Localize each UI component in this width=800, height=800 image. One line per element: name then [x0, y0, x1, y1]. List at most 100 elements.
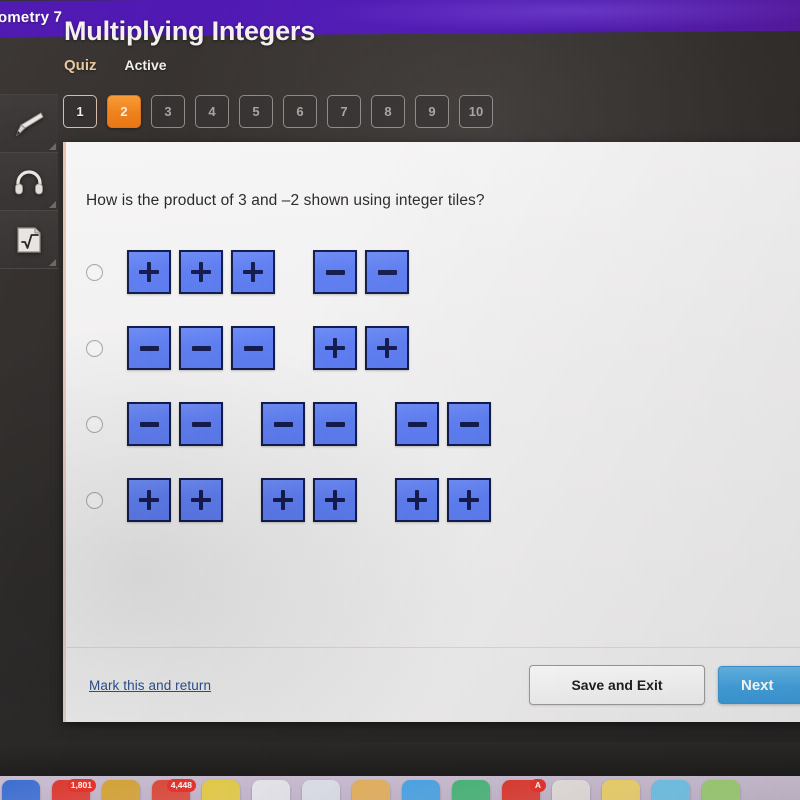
- footer-actions: Save and Exit Next: [529, 665, 800, 705]
- quiz-status-label: Active: [124, 57, 167, 73]
- question-nav-button-1[interactable]: 1: [63, 95, 97, 128]
- tile-group: [127, 250, 275, 294]
- tile-group: [127, 326, 275, 370]
- tile-row: [127, 402, 491, 446]
- sqrt-calculator-icon: [17, 226, 41, 253]
- dock-icon[interactable]: [352, 780, 390, 800]
- negative-tile: [313, 402, 357, 446]
- dock-icon[interactable]: 1,801: [52, 779, 96, 800]
- dock-icon[interactable]: [552, 780, 590, 800]
- negative-tile: [127, 402, 171, 446]
- calculator-tool[interactable]: [0, 211, 58, 269]
- positive-tile: [313, 478, 357, 522]
- positive-tile: [313, 326, 357, 370]
- radio-choice-d[interactable]: [86, 491, 103, 509]
- tile-group: [127, 478, 223, 522]
- radio-choice-b[interactable]: [86, 339, 103, 357]
- headphones-icon: [15, 169, 43, 194]
- negative-tile: [313, 250, 357, 294]
- negative-tile: [127, 326, 171, 370]
- highlighter-icon: [16, 111, 44, 136]
- answer-choice[interactable]: [86, 234, 736, 310]
- radio-choice-a[interactable]: [86, 263, 103, 281]
- audio-tool[interactable]: [0, 153, 58, 211]
- dock-icon[interactable]: [102, 780, 140, 800]
- dock-icon[interactable]: [652, 780, 690, 800]
- dock-icon[interactable]: 4,448: [152, 779, 196, 800]
- dock-icon[interactable]: [402, 780, 440, 800]
- dock-icon[interactable]: [302, 780, 340, 800]
- positive-tile: [365, 326, 409, 370]
- tool-corner-marker: [49, 201, 56, 208]
- question-nav-button-6[interactable]: 6: [283, 95, 317, 128]
- question-nav-button-7[interactable]: 7: [327, 95, 361, 128]
- negative-tile: [447, 402, 491, 446]
- screen-bezel: [0, 742, 800, 778]
- answer-choice[interactable]: [86, 386, 736, 462]
- dock-icon[interactable]: A: [502, 779, 546, 800]
- negative-tile: [395, 402, 439, 446]
- positive-tile: [127, 250, 171, 294]
- next-button[interactable]: Next: [718, 666, 800, 704]
- radio-choice-c[interactable]: [86, 415, 103, 433]
- question-nav-button-8[interactable]: 8: [371, 95, 405, 128]
- question-nav-button-2[interactable]: 2: [107, 95, 141, 128]
- positive-tile: [179, 478, 223, 522]
- dock-icon[interactable]: [2, 780, 40, 800]
- tile-group: [313, 326, 409, 370]
- answer-choice[interactable]: [86, 310, 736, 386]
- dock-badge: 1,801: [66, 779, 96, 792]
- tile-group: [313, 250, 409, 294]
- positive-tile: [395, 478, 439, 522]
- positive-tile: [127, 478, 171, 522]
- tile-row: [127, 250, 409, 294]
- tile-row: [127, 478, 491, 522]
- save-and-exit-button[interactable]: Save and Exit: [529, 665, 705, 705]
- positive-tile: [447, 478, 491, 522]
- positive-tile: [179, 250, 223, 294]
- quiz-card: How is the product of 3 and –2 shown usi…: [63, 142, 800, 722]
- dock-icon[interactable]: [202, 780, 240, 800]
- tile-group: [127, 402, 223, 446]
- negative-tile: [365, 250, 409, 294]
- dock-icon[interactable]: [602, 780, 640, 800]
- os-dock: 1,801 4,448 A: [0, 776, 800, 800]
- question-prompt: How is the product of 3 and –2 shown usi…: [86, 192, 485, 209]
- tool-rail: [0, 94, 58, 269]
- question-nav-button-3[interactable]: 3: [151, 95, 185, 128]
- tile-group: [395, 478, 491, 522]
- mark-this-and-return-link[interactable]: Mark this and return: [89, 678, 211, 693]
- card-footer: Mark this and return Save and Exit Next: [63, 647, 800, 722]
- dock-badge: 4,448: [166, 779, 196, 792]
- answer-choices: [86, 234, 736, 538]
- quiz-kind-label: Quiz: [64, 57, 97, 74]
- dock-badge: A: [530, 779, 546, 792]
- positive-tile: [261, 478, 305, 522]
- tile-row: [127, 326, 409, 370]
- quiz-screen-photo: ometry 7 Multiplying Integers Quiz Activ…: [0, 0, 800, 800]
- negative-tile: [179, 402, 223, 446]
- dock-icon[interactable]: [452, 780, 490, 800]
- tile-group: [261, 402, 357, 446]
- negative-tile: [231, 326, 275, 370]
- tool-corner-marker: [49, 259, 56, 266]
- negative-tile: [179, 326, 223, 370]
- highlighter-tool[interactable]: [0, 95, 58, 153]
- question-nav-button-9[interactable]: 9: [415, 95, 449, 128]
- positive-tile: [231, 250, 275, 294]
- course-name: ometry 7: [0, 8, 63, 27]
- question-nav-button-10[interactable]: 10: [459, 95, 493, 128]
- question-nav-button-5[interactable]: 5: [239, 95, 273, 128]
- dock-icon[interactable]: [702, 780, 740, 800]
- tile-group: [261, 478, 357, 522]
- page-title: Multiplying Integers: [64, 16, 316, 46]
- tool-corner-marker: [49, 143, 56, 150]
- tile-group: [395, 402, 491, 446]
- negative-tile: [261, 402, 305, 446]
- question-navigator: 1 2 3 4 5 6 7 8 9 10: [63, 95, 493, 128]
- quiz-meta: Quiz Active: [64, 57, 315, 74]
- answer-choice[interactable]: [86, 462, 736, 538]
- page-header: Multiplying Integers Quiz Active: [64, 16, 316, 75]
- dock-icon[interactable]: [252, 780, 290, 800]
- question-nav-button-4[interactable]: 4: [195, 95, 229, 128]
